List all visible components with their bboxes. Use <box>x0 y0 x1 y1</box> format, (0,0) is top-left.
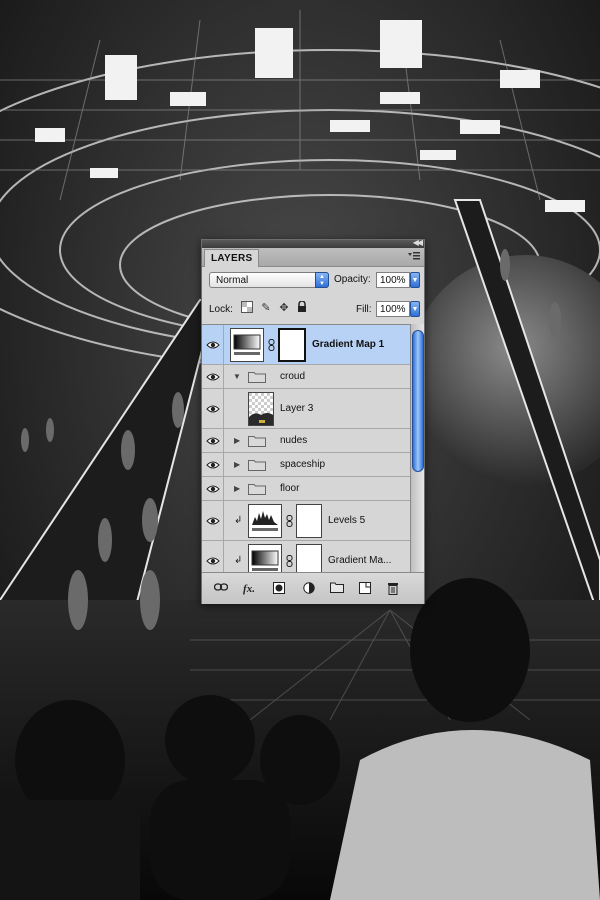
opacity-field[interactable]: 100% <box>376 272 410 288</box>
eye-icon[interactable] <box>206 460 220 470</box>
blend-mode-arrow-icon[interactable]: ▲ ▼ <box>315 272 329 288</box>
gradient-map-thumbnail[interactable] <box>248 544 282 573</box>
lock-position-icon[interactable]: ✥ <box>277 301 291 315</box>
trash-icon[interactable] <box>386 582 400 596</box>
layer-row-gradient-map-1[interactable]: Gradient Map 1 <box>202 325 410 365</box>
layer-name[interactable]: floor <box>280 483 299 494</box>
layer-row-nudes[interactable]: ▶ nudes <box>202 429 410 453</box>
add-mask-icon[interactable] <box>272 582 286 596</box>
eye-icon[interactable] <box>206 372 220 382</box>
expand-triangle-down-icon[interactable]: ▼ <box>233 372 241 381</box>
layers-scrollbar[interactable] <box>410 324 424 572</box>
new-group-folder-icon[interactable] <box>330 582 344 596</box>
folder-icon <box>248 372 266 383</box>
layer-row-croud[interactable]: ▼ croud <box>202 365 410 389</box>
layers-bottom-toolbar: fx. <box>202 572 424 604</box>
visibility-toggle[interactable] <box>202 477 224 500</box>
layer-mask-thumbnail[interactable] <box>278 328 306 362</box>
layer-row-spaceship[interactable]: ▶ spaceship <box>202 453 410 477</box>
expand-triangle-right-icon[interactable]: ▶ <box>234 460 240 469</box>
fill-label: Fill: <box>356 304 372 315</box>
layer-name[interactable]: croud <box>280 371 305 382</box>
folder-icon <box>248 436 266 447</box>
folder-icon <box>248 484 266 495</box>
layer-name[interactable]: Gradient Ma... <box>328 555 391 566</box>
visibility-toggle[interactable] <box>202 453 224 476</box>
layer-mask-thumbnail[interactable] <box>296 544 322 573</box>
eye-icon[interactable] <box>206 484 220 494</box>
link-chain-icon[interactable] <box>268 339 275 351</box>
fill-field[interactable]: 100% <box>376 301 410 317</box>
link-chain-icon[interactable] <box>286 515 293 527</box>
eye-icon[interactable] <box>206 404 220 414</box>
layer-name[interactable]: nudes <box>280 435 307 446</box>
layer-list: Gradient Map 1 ▼ croud Layer 3 ▶ nudes ▶… <box>202 324 410 573</box>
eye-icon[interactable] <box>206 556 220 566</box>
layer-name[interactable]: spaceship <box>280 459 325 470</box>
visibility-toggle[interactable] <box>202 389 224 428</box>
link-chain-icon[interactable] <box>286 555 293 567</box>
opacity-dropdown-icon[interactable]: ▼ <box>410 272 420 288</box>
adjustment-layer-icon[interactable] <box>302 582 316 596</box>
lock-transparent-pixels-icon[interactable] <box>240 301 254 315</box>
lock-all-icon[interactable] <box>295 300 309 315</box>
new-layer-icon[interactable] <box>358 582 372 596</box>
levels-thumbnail[interactable] <box>248 504 282 538</box>
clipping-arrow-icon: ↲ <box>234 555 243 566</box>
opacity-label: Opacity: <box>334 274 371 285</box>
expand-triangle-right-icon[interactable]: ▶ <box>234 484 240 493</box>
lock-image-pixels-icon[interactable]: ✎ <box>259 301 273 315</box>
tab-layers[interactable]: LAYERS <box>204 249 260 267</box>
layer-mask-thumbnail[interactable] <box>296 504 322 538</box>
expand-triangle-right-icon[interactable]: ▶ <box>234 436 240 445</box>
layer-row-floor[interactable]: ▶ floor <box>202 477 410 501</box>
blend-mode-value: Normal <box>216 275 249 286</box>
lock-label: Lock: <box>209 304 233 315</box>
visibility-toggle[interactable] <box>202 501 224 540</box>
layer-thumbnail[interactable] <box>248 392 274 426</box>
visibility-toggle[interactable] <box>202 429 224 452</box>
folder-icon <box>248 460 266 471</box>
layer-row-gradient-map[interactable]: ↲ Gradient Ma... <box>202 541 410 573</box>
fx-icon[interactable]: fx. <box>242 582 256 596</box>
panel-menu-icon[interactable] <box>408 251 420 261</box>
panel-tabbar: LAYERS <box>202 248 424 267</box>
clipping-arrow-icon: ↲ <box>234 515 243 526</box>
eye-icon[interactable] <box>206 436 220 446</box>
layers-panel: ◀◀ LAYERS Normal ▲ ▼ Opacity: 100% ▼ Lock… <box>201 238 425 604</box>
panel-titlebar[interactable]: ◀◀ <box>202 238 424 248</box>
layer-name[interactable]: Layer 3 <box>280 403 313 414</box>
layer-row-levels-5[interactable]: ↲ Levels 5 <box>202 501 410 541</box>
visibility-toggle[interactable] <box>202 325 224 364</box>
layer-row-layer-3[interactable]: Layer 3 <box>202 389 410 429</box>
blend-mode-select[interactable]: Normal ▲ ▼ <box>209 272 329 288</box>
collapse-icon[interactable]: ◀◀ <box>413 238 423 247</box>
layer-name[interactable]: Gradient Map 1 <box>312 339 384 350</box>
gradient-map-thumbnail[interactable] <box>230 328 264 362</box>
visibility-toggle[interactable] <box>202 365 224 388</box>
eye-icon[interactable] <box>206 340 220 350</box>
visibility-toggle[interactable] <box>202 541 224 573</box>
fill-dropdown-icon[interactable]: ▼ <box>410 301 420 317</box>
eye-icon[interactable] <box>206 516 220 526</box>
link-layers-icon[interactable] <box>213 582 229 596</box>
scrollbar-thumb[interactable] <box>412 330 424 472</box>
layer-name[interactable]: Levels 5 <box>328 515 365 526</box>
